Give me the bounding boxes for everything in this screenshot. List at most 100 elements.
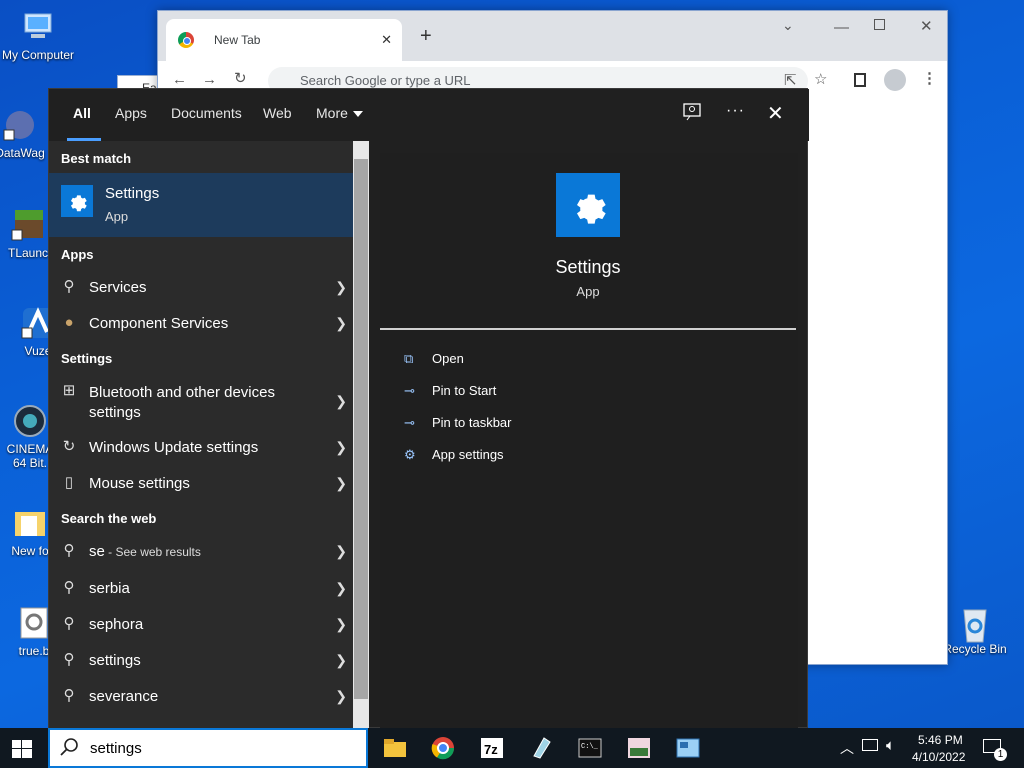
settings-gear-icon <box>61 185 93 217</box>
tab-documents[interactable]: Documents <box>171 105 242 121</box>
chevron-right-icon[interactable]: ❯ <box>335 688 347 705</box>
svg-text:C:\_: C:\_ <box>581 743 599 751</box>
chevron-right-icon[interactable]: ❯ <box>335 652 347 669</box>
reload-icon[interactable]: ↻ <box>234 69 247 87</box>
result-item-bluetooth-settings[interactable]: ⊞ Bluetooth and other devices settings ❯ <box>49 382 347 423</box>
action-pin-to-taskbar[interactable]: ⊸ Pin to taskbar <box>404 415 512 430</box>
sidepanel-icon[interactable] <box>854 73 866 87</box>
chrome-icon[interactable] <box>431 736 457 760</box>
result-item-component-services[interactable]: ● Component Services ❯ <box>49 314 353 333</box>
result-item-services[interactable]: ⚲ Services ❯ <box>49 278 353 297</box>
desktop-icon-label: Recycle Bin <box>943 642 1007 656</box>
detail-title: Settings <box>555 257 621 277</box>
batch-file-icon <box>17 606 51 640</box>
file-explorer-icon[interactable] <box>382 736 408 760</box>
7zip-icon[interactable]: 7z <box>480 736 506 760</box>
terminal-icon[interactable]: C:\_ <box>578 736 604 760</box>
avatar[interactable] <box>884 69 906 91</box>
menu-kebab-icon[interactable]: ⋮ <box>922 69 937 87</box>
result-label: Bluetooth and other devices settings <box>89 384 275 421</box>
result-label: serbia <box>89 580 130 597</box>
chevron-right-icon[interactable]: ❯ <box>335 616 347 633</box>
action-app-settings[interactable]: ⚙ App settings <box>404 447 504 462</box>
web-result-se[interactable]: ⚲ se - See web results ❯ <box>49 543 353 561</box>
chevron-right-icon[interactable]: ❯ <box>335 439 347 456</box>
chrome-icon <box>178 32 194 48</box>
chevron-right-icon[interactable]: ❯ <box>335 279 347 296</box>
cinema4d-icon <box>13 404 47 438</box>
more-options-icon[interactable]: ··· <box>726 102 745 120</box>
volume-icon[interactable]: 🔈︎ <box>886 737 895 754</box>
update-icon: ↻ <box>62 438 76 455</box>
desktop-icon-my-computer[interactable]: My Computer <box>0 10 76 62</box>
services-icon: ⚲ <box>63 278 75 295</box>
mouse-icon: ▯ <box>64 474 74 491</box>
section-header-best-match: Best match <box>61 151 132 166</box>
start-button[interactable] <box>12 740 32 758</box>
tab-strip: New Tab ✕ + ⌄ — ✕ <box>158 11 947 61</box>
chevron-right-icon[interactable]: ❯ <box>335 580 347 597</box>
desktop-icon-recycle-bin[interactable]: Recycle Bin <box>937 604 1013 656</box>
settings-gear-icon <box>556 173 620 237</box>
scrollbar-thumb[interactable] <box>354 159 368 699</box>
feedback-icon[interactable] <box>683 103 701 121</box>
clock-time[interactable]: 5:46 PM <box>918 733 963 747</box>
share-icon[interactable]: ⇱ <box>784 71 797 89</box>
tab-web[interactable]: Web <box>263 105 292 121</box>
close-icon[interactable]: ✕ <box>920 17 933 35</box>
result-label: settings <box>89 652 141 669</box>
best-match-title: Settings <box>105 185 160 202</box>
web-result-settings[interactable]: ⚲ settings ❯ <box>49 652 353 670</box>
open-icon: ⧉ <box>404 351 414 366</box>
search-icon: ⚲ <box>63 615 75 632</box>
tab-apps[interactable]: Apps <box>115 105 147 121</box>
result-detail-pane: Settings App ⧉ Open ⊸ Pin to Start ⊸ Pin to… <box>380 153 798 729</box>
action-open[interactable]: ⧉ Open <box>404 351 464 366</box>
chevron-right-icon[interactable]: ❯ <box>335 543 347 560</box>
game-app-icon[interactable] <box>627 736 653 760</box>
close-icon[interactable]: ✕ <box>767 101 784 126</box>
result-suffix: - See web results <box>104 545 201 559</box>
computer-icon <box>21 10 55 44</box>
new-tab-icon[interactable]: + <box>420 25 432 48</box>
web-result-sephora[interactable]: ⚲ sephora ❯ <box>49 615 353 634</box>
omnibox-placeholder: Search Google or type a URL <box>300 73 471 88</box>
result-label: Component Services <box>89 315 229 332</box>
forward-icon[interactable]: → <box>202 71 217 88</box>
detail-subtitle: App <box>576 284 600 299</box>
search-input-value: settings <box>90 740 142 757</box>
network-icon[interactable] <box>862 739 878 751</box>
chevron-right-icon[interactable]: ❯ <box>335 393 347 410</box>
best-match-item[interactable]: Settings App <box>49 173 353 237</box>
devices-icon: ⊞ <box>62 382 76 399</box>
maximize-icon[interactable] <box>874 19 885 30</box>
result-item-mouse-settings[interactable]: ▯ Mouse settings ❯ <box>49 474 353 493</box>
action-pin-to-start[interactable]: ⊸ Pin to Start <box>404 383 496 398</box>
result-item-windows-update-settings[interactable]: ↻ Windows Update settings ❯ <box>49 438 353 457</box>
component-services-icon: ● <box>64 314 74 331</box>
result-label: se <box>89 543 105 560</box>
tab-all[interactable]: All <box>73 105 91 121</box>
chevron-right-icon[interactable]: ❯ <box>335 475 347 492</box>
close-tab-icon[interactable]: ✕ <box>381 32 392 48</box>
web-result-severance[interactable]: ⚲ severance ❯ <box>49 688 353 706</box>
result-label: Mouse settings <box>89 475 190 492</box>
web-result-serbia[interactable]: ⚲ serbia ❯ <box>49 580 353 598</box>
search-input[interactable]: settings <box>48 728 368 768</box>
clock-date[interactable]: 4/10/2022 <box>912 750 965 764</box>
best-match-subtitle: App <box>105 209 129 224</box>
notes-app-icon[interactable] <box>530 736 556 760</box>
back-icon[interactable]: ← <box>172 71 187 88</box>
tab-title: New Tab <box>214 33 261 47</box>
control-panel-icon[interactable] <box>676 736 702 760</box>
tab-more[interactable]: More <box>316 105 348 121</box>
tab-search-icon[interactable]: ⌄ <box>782 17 794 34</box>
chevron-right-icon[interactable]: ❯ <box>335 315 347 332</box>
section-header-settings: Settings <box>61 351 113 366</box>
bookmark-star-icon[interactable]: ☆ <box>814 70 827 88</box>
show-hidden-icons-icon[interactable]: ︿ <box>840 738 854 758</box>
result-label: severance <box>89 688 159 705</box>
minimize-icon[interactable]: — <box>834 19 849 36</box>
section-header-search-web: Search the web <box>61 511 157 526</box>
browser-tab[interactable]: New Tab ✕ <box>166 19 402 61</box>
